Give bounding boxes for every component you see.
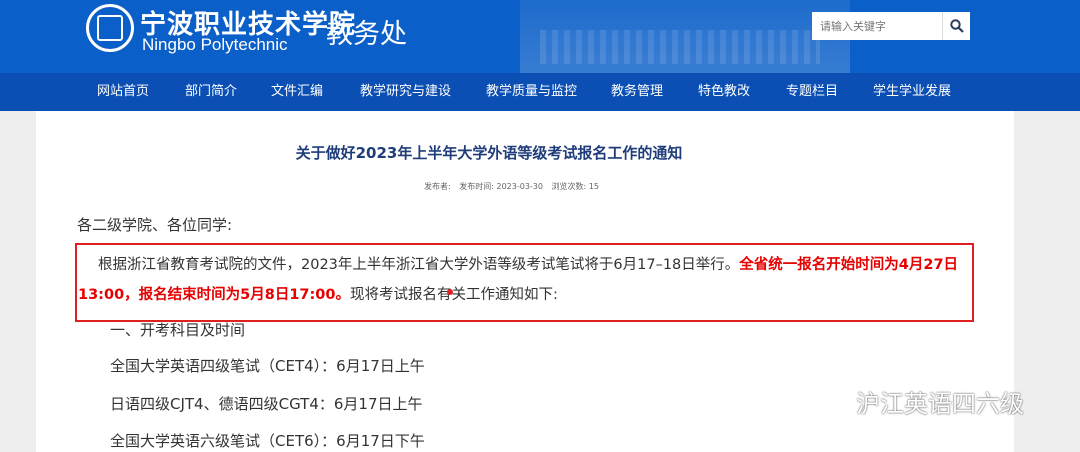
nav-item-about[interactable]: 部门简介 xyxy=(185,73,237,111)
nav-item-academic-affairs[interactable]: 教务管理 xyxy=(611,73,663,111)
meta-date: 发布时间: 2023-03-30 xyxy=(459,182,543,191)
article-greeting: 各二级学院、各位同学: xyxy=(77,216,233,234)
watermark: 沪江英语四六级 xyxy=(818,384,1024,419)
wechat-icon xyxy=(819,390,846,412)
nav-item-quality[interactable]: 教学质量与监控 xyxy=(486,73,577,111)
list-item: 日语四级CJT4、德语四级CGT4：6月17日上午 xyxy=(110,395,423,413)
nav-item-student-development[interactable]: 学生学业发展 xyxy=(873,73,951,111)
nav-item-teaching-research[interactable]: 教学研究与建设 xyxy=(360,73,451,111)
nav-item-reform[interactable]: 特色教改 xyxy=(698,73,750,111)
article-meta: 发布者: 发布时间: 2023-03-30 浏览次数: 15 xyxy=(424,181,605,192)
meta-author: 发布者: xyxy=(424,182,451,191)
nav-item-topics[interactable]: 专题栏目 xyxy=(786,73,838,111)
school-name-en[interactable]: Ningbo Polytechnic xyxy=(142,35,288,55)
list-item: 全国大学英语六级笔试（CET6）：6月17日下午 xyxy=(110,432,425,450)
header-building-image xyxy=(520,0,850,73)
mouse-cursor-dot xyxy=(447,289,453,295)
meta-views: 浏览次数: 15 xyxy=(551,182,599,191)
paragraph-text-end: 现将考试报名有关工作通知如下: xyxy=(350,287,558,303)
article-paragraph-1: 根据浙江省教育考试院的文件，2023年上半年浙江省大学外语等级考试笔试将于6月1… xyxy=(78,250,968,310)
school-logo-icon[interactable] xyxy=(86,4,134,52)
article-title: 关于做好2023年上半年大学外语等级考试报名工作的通知 xyxy=(295,144,683,162)
paragraph-text: 根据浙江省教育考试院的文件，2023年上半年浙江省大学外语等级考试笔试将于6月1… xyxy=(98,257,740,273)
section-heading: 一、开考科目及时间 xyxy=(110,321,246,339)
search-button[interactable] xyxy=(942,12,970,40)
search-input[interactable] xyxy=(812,12,942,40)
department-name: 教务处 xyxy=(326,19,407,50)
nav-item-home[interactable]: 网站首页 xyxy=(97,73,149,111)
list-item: 全国大学英语四级笔试（CET4）：6月17日上午 xyxy=(110,357,425,375)
main-nav: 网站首页 部门简介 文件汇编 教学研究与建设 教学质量与监控 教务管理 特色教改… xyxy=(0,73,1080,111)
nav-item-documents[interactable]: 文件汇编 xyxy=(271,73,323,111)
watermark-text: 沪江英语四六级 xyxy=(856,390,1024,418)
search-icon xyxy=(949,19,964,33)
site-header: 宁波职业技术学院 Ningbo Polytechnic 教务处 xyxy=(0,0,1080,73)
